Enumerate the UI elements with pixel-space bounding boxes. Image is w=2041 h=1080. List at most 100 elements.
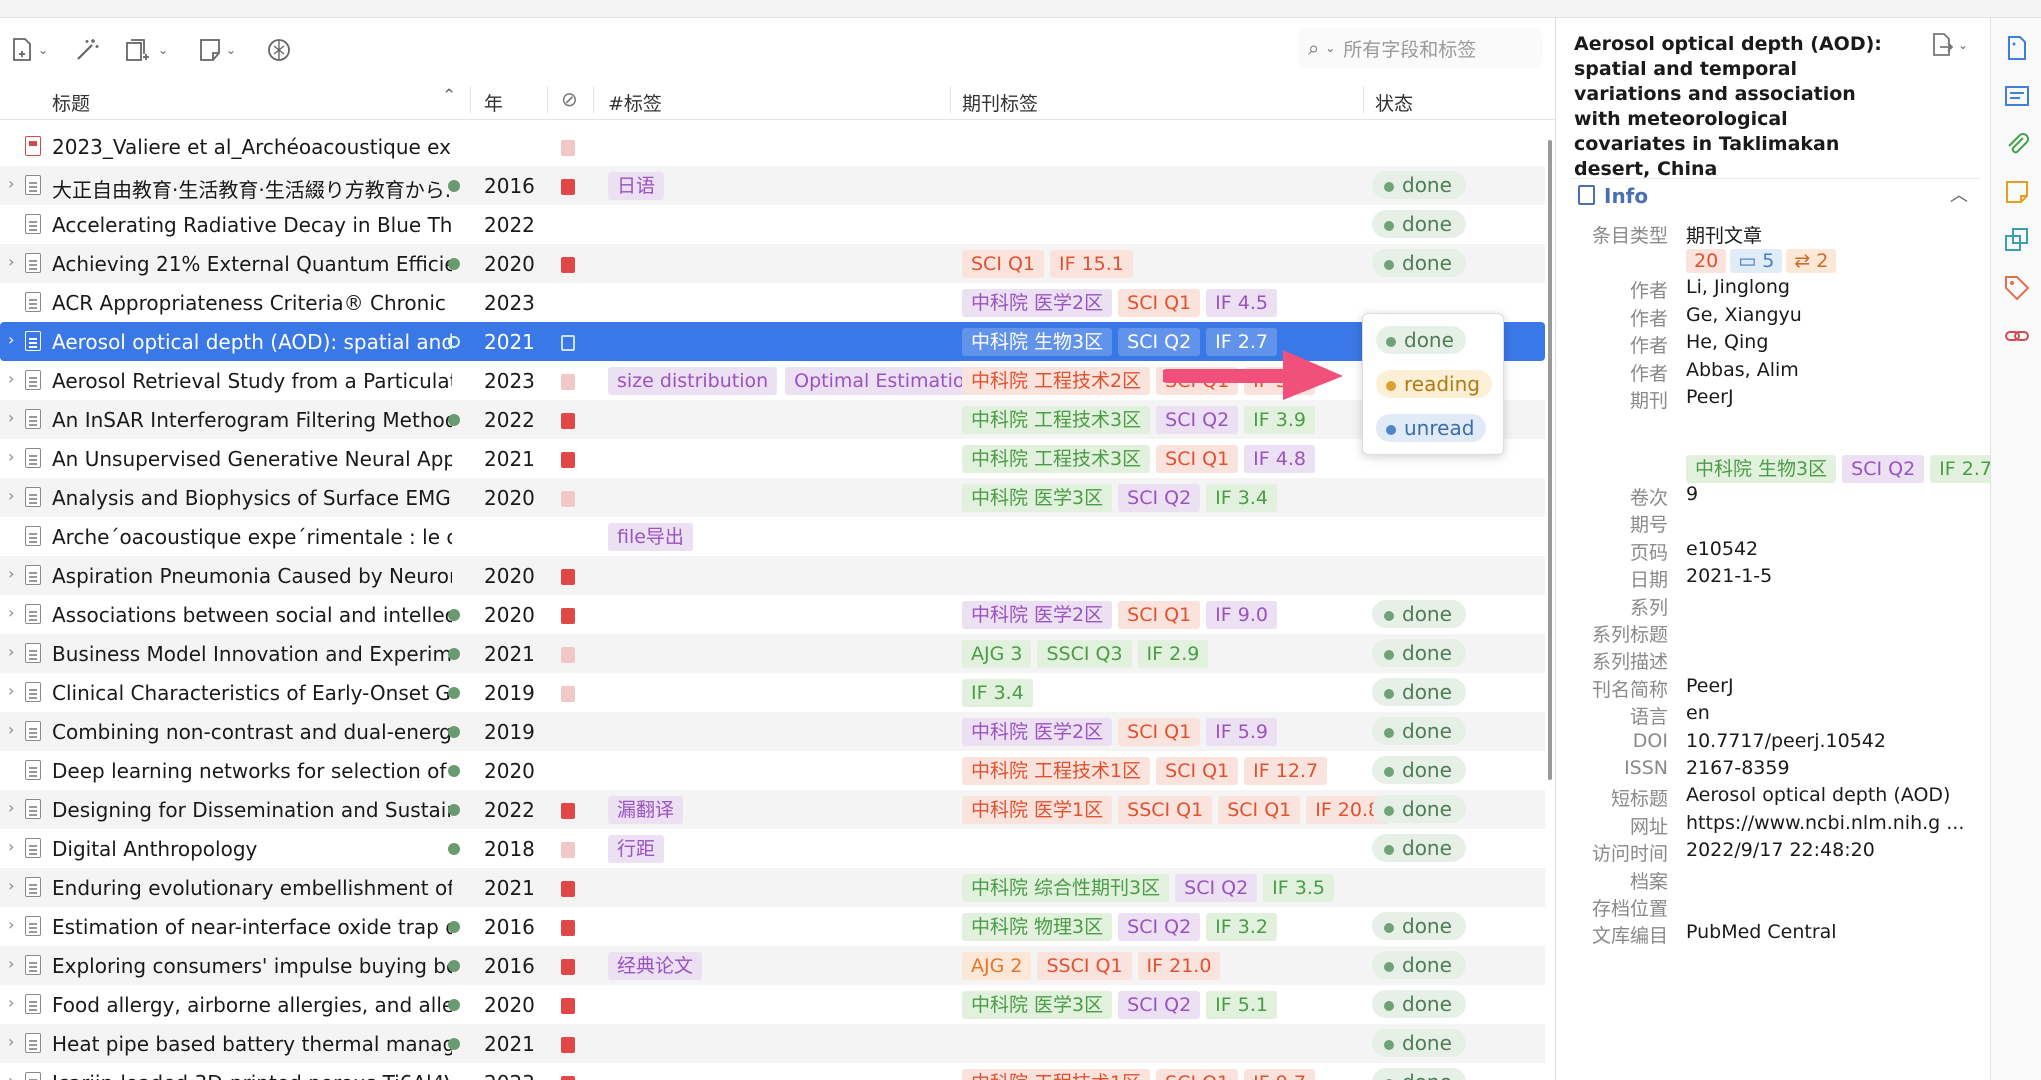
table-row[interactable]: › 大正自由教育·生活教育·生活綴り方教育から... 2016 日语 done (0, 166, 1545, 205)
column-separator[interactable] (593, 86, 594, 114)
tag[interactable]: Optimal Estimation (785, 367, 986, 395)
table-row[interactable]: › Analysis and Biophysics of Surface EMG … (0, 478, 1545, 517)
column-journal-tags[interactable]: 期刊标签 (962, 89, 1038, 116)
expand-icon[interactable]: › (8, 993, 14, 1012)
column-title[interactable]: 标题 (52, 89, 90, 116)
expand-icon[interactable]: › (8, 798, 14, 817)
sort-ascending-icon[interactable]: ⌃ (442, 86, 456, 106)
table-row[interactable]: › Exploring consumers' impulse buying beh… (0, 946, 1545, 985)
field-value[interactable]: PeerJ (1686, 675, 1734, 697)
tag[interactable]: 经典论文 (608, 952, 703, 980)
libraries-icon[interactable] (2003, 226, 2031, 254)
field-value[interactable]: Aerosol optical depth (AOD) (1686, 784, 1950, 806)
status-badge[interactable]: done (1372, 717, 1466, 745)
tag[interactable]: size distribution (608, 367, 778, 395)
table-row[interactable]: › Icariin-loaded 3D-printed porous Ti6Al4… (0, 1063, 1545, 1080)
pdf-attachment-icon[interactable] (561, 608, 575, 624)
table-row[interactable]: › Food allergy, airborne allergies, and a… (0, 985, 1545, 1024)
status-badge[interactable]: done (1372, 912, 1466, 940)
column-tags[interactable]: #标签 (608, 89, 662, 116)
column-separator[interactable] (470, 86, 471, 114)
tag[interactable]: 日语 (608, 172, 665, 200)
attachment-icon[interactable]: ⊘ (561, 87, 578, 111)
notes-icon[interactable] (2003, 178, 2031, 206)
tag[interactable]: file导出 (608, 523, 693, 551)
pdf-attachment-icon[interactable] (561, 647, 575, 663)
pdf-attachment-icon[interactable] (561, 1076, 575, 1080)
column-year[interactable]: 年 (484, 89, 503, 116)
expand-icon[interactable]: › (8, 564, 14, 583)
table-row[interactable]: › An InSAR Interferogram Filtering Method… (0, 400, 1545, 439)
expand-icon[interactable]: › (8, 330, 14, 349)
pdf-attachment-icon[interactable] (561, 881, 575, 897)
table-row[interactable]: 2023_Valiere et al_Archéoacoustique expé… (0, 127, 1545, 166)
magic-wand-button[interactable] (74, 32, 100, 68)
item-type-value[interactable]: 期刊文章 (1686, 221, 1762, 248)
pdf-attachment-icon[interactable] (561, 413, 575, 429)
field-value[interactable]: Ge, Xiangyu (1686, 304, 1802, 326)
tag[interactable]: 行距 (608, 835, 665, 863)
expand-icon[interactable]: › (8, 369, 14, 388)
status-badge[interactable]: done (1372, 795, 1466, 823)
pdf-attachment-icon[interactable] (561, 959, 575, 975)
table-row[interactable]: › Estimation of near-interface oxide trap… (0, 907, 1545, 946)
table-row[interactable]: Accelerating Radiative Decay in Blue Thr… (0, 205, 1545, 244)
list-scrollbar[interactable] (1548, 140, 1552, 780)
status-option-done[interactable]: done (1376, 326, 1466, 354)
table-row[interactable]: Deep learning networks for selection of … (0, 751, 1545, 790)
field-value[interactable]: e10542 (1686, 538, 1758, 560)
table-row[interactable]: › Designing for Dissemination and Sustain… (0, 790, 1545, 829)
field-value[interactable]: 9 (1686, 483, 1698, 505)
field-value[interactable]: PeerJ (1686, 386, 1734, 408)
field-value[interactable]: PubMed Central (1686, 921, 1837, 943)
export-button[interactable]: ⌄ (1930, 32, 1968, 58)
expand-icon[interactable]: › (8, 876, 14, 895)
table-row[interactable]: › Heat pipe based battery thermal manage.… (0, 1024, 1545, 1063)
status-option-reading[interactable]: reading (1376, 370, 1492, 398)
field-value[interactable]: Abbas, Alim (1686, 359, 1799, 381)
status-badge[interactable]: done (1372, 1068, 1466, 1080)
collapse-icon[interactable]: ︿ (1950, 181, 1968, 207)
table-row[interactable]: ACR Appropriateness Criteria® Chronic Ex… (0, 283, 1545, 322)
abstract-icon[interactable] (2003, 82, 2031, 110)
info-icon[interactable] (2003, 34, 2031, 62)
expand-icon[interactable]: › (8, 681, 14, 700)
status-badge[interactable]: done (1372, 678, 1466, 706)
expand-icon[interactable]: › (8, 642, 14, 661)
expand-icon[interactable]: › (8, 252, 14, 271)
status-badge[interactable]: done (1372, 951, 1466, 979)
expand-icon[interactable]: › (8, 1071, 14, 1080)
table-row[interactable]: › Clinical Characteristics of Early-Onset… (0, 673, 1545, 712)
column-separator[interactable] (950, 86, 951, 114)
field-value[interactable]: https://www.ncbi.nlm.nih.g ... (1686, 812, 1964, 834)
tags-icon[interactable] (2003, 274, 2031, 302)
field-value[interactable]: en (1686, 702, 1710, 724)
field-value[interactable]: 10.7717/peerj.10542 (1686, 730, 1886, 752)
field-value[interactable]: 2022/9/17 22:48:20 (1686, 839, 1875, 861)
table-row[interactable]: › Associations between social and intelle… (0, 595, 1545, 634)
table-row[interactable]: › Digital Anthropology 2018 行距 done (0, 829, 1545, 868)
status-badge[interactable]: done (1372, 210, 1466, 238)
pdf-attachment-icon[interactable] (561, 686, 575, 702)
pdf-attachment-icon[interactable] (561, 257, 575, 273)
related-icon[interactable] (2003, 322, 2031, 350)
pdf-attachment-icon[interactable] (561, 374, 575, 390)
expand-icon[interactable]: › (8, 1032, 14, 1051)
attachments-icon[interactable] (2003, 130, 2031, 158)
pdf-attachment-icon[interactable] (561, 842, 575, 858)
status-badge[interactable]: done (1372, 834, 1466, 862)
pdf-attachment-icon[interactable] (561, 491, 575, 507)
field-value[interactable]: Li, Jinglong (1686, 276, 1790, 298)
table-row[interactable]: › An Unsupervised Generative Neural Appro… (0, 439, 1545, 478)
search-input[interactable]: ⌕ ⌄ 所有字段和标签 (1298, 28, 1543, 68)
pdf-attachment-icon[interactable] (561, 140, 575, 156)
expand-icon[interactable]: › (8, 174, 14, 193)
expand-icon[interactable]: › (8, 915, 14, 934)
ai-assistant-button[interactable] (266, 32, 292, 68)
expand-icon[interactable]: › (8, 720, 14, 739)
column-separator[interactable] (1363, 86, 1364, 114)
pdf-attachment-icon[interactable] (561, 452, 575, 468)
table-row[interactable]: › Achieving 21% External Quantum Efficien… (0, 244, 1545, 283)
status-badge[interactable]: done (1372, 1029, 1466, 1057)
table-row[interactable]: › Aspiration Pneumonia Caused by Neuromy.… (0, 556, 1545, 595)
